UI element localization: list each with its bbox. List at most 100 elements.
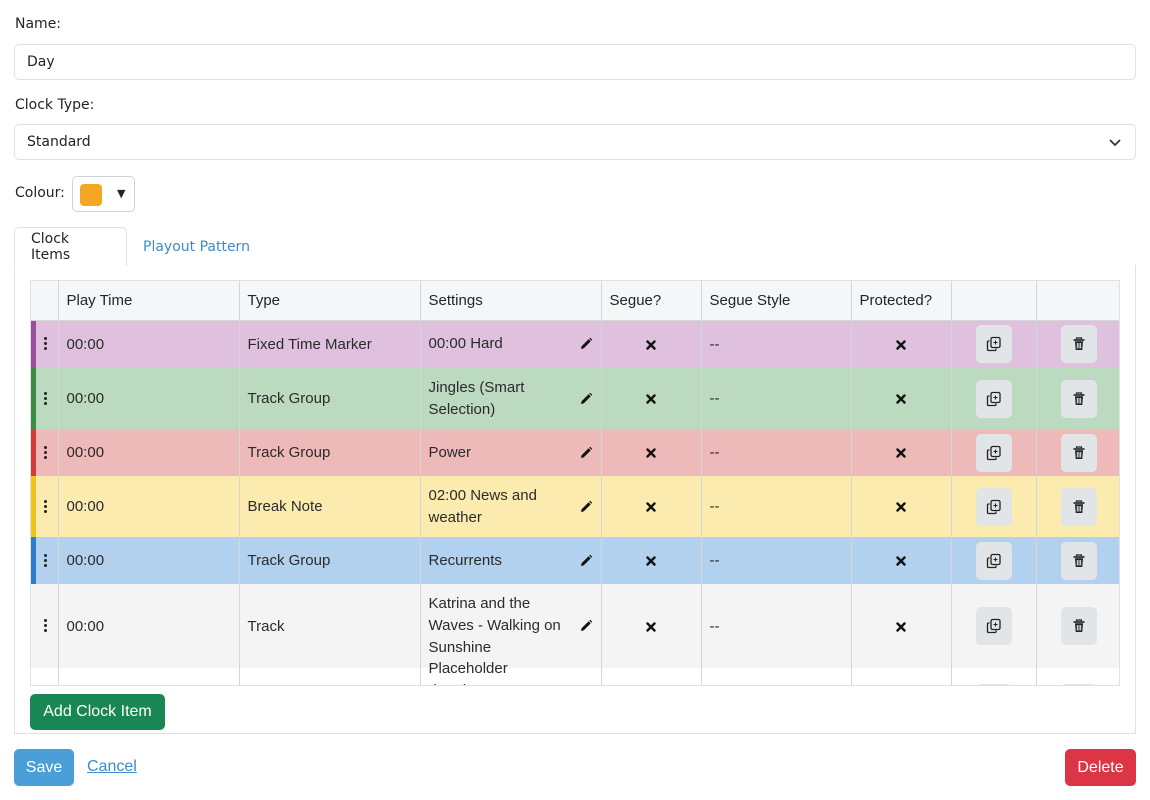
colour-picker[interactable]: ▼ [72, 176, 135, 212]
x-icon [646, 556, 656, 566]
cell-delete [1036, 476, 1119, 537]
edit-pencil-icon[interactable] [579, 446, 593, 460]
caret-down-icon: ▼ [117, 187, 126, 200]
cell-copy [951, 429, 1037, 476]
drag-handle-icon[interactable] [44, 391, 48, 406]
edit-pencil-icon[interactable] [579, 554, 593, 568]
cell-type: Fixed Time Marker [239, 320, 421, 368]
cell-play-time: 00:00 [58, 320, 240, 368]
table-row: 00:00 Track Group Recurrents -- [31, 537, 1119, 584]
cell-settings: Katrina and the Waves - Walking on Sunsh… [420, 584, 602, 668]
delete-row-button[interactable] [1060, 487, 1097, 526]
edit-pencil-icon[interactable] [579, 619, 593, 633]
cell-type: Track Group [239, 429, 421, 476]
copy-icon [986, 499, 1001, 514]
duplicate-button[interactable] [975, 684, 1012, 685]
cell-protected [851, 668, 952, 685]
cell-segue [601, 537, 702, 584]
duplicate-button[interactable] [975, 433, 1012, 472]
delete-row-button[interactable] [1060, 325, 1097, 364]
colour-label: Colour: [15, 185, 65, 201]
duplicate-button[interactable] [975, 607, 1012, 645]
row-grip[interactable] [31, 320, 59, 368]
edit-pencil-icon[interactable] [579, 337, 593, 351]
row-grip[interactable] [31, 537, 59, 584]
cell-delete [1036, 429, 1119, 476]
delete-button[interactable]: Delete [1065, 749, 1136, 786]
col-header-segue: Segue? [601, 281, 702, 321]
cell-play-time [58, 668, 240, 685]
chevron-down-icon [1109, 139, 1121, 147]
cell-copy [951, 668, 1037, 685]
table-row: 00:00 Break Note 02:00 News and weather -- [31, 476, 1119, 537]
drag-handle-icon[interactable] [44, 499, 48, 514]
add-clock-item-button[interactable]: Add Clock Item [30, 694, 165, 730]
delete-row-button[interactable] [1060, 433, 1097, 472]
row-grip[interactable] [31, 668, 59, 685]
cell-type: Track Group [239, 368, 421, 429]
col-header-protected: Protected? [851, 281, 952, 321]
name-input[interactable]: Day [14, 44, 1136, 80]
delete-row-button[interactable] [1060, 379, 1097, 418]
duplicate-button[interactable] [975, 541, 1012, 580]
save-button[interactable]: Save [14, 749, 74, 786]
row-grip[interactable] [31, 584, 59, 668]
x-icon [646, 340, 656, 350]
row-grip[interactable] [31, 368, 59, 429]
col-header-segue-style: Segue Style [701, 281, 852, 321]
drag-handle-icon[interactable] [44, 619, 48, 633]
cell-delete [1036, 584, 1119, 668]
cell-segue [601, 320, 702, 368]
x-icon [646, 621, 656, 632]
clock-items-table: Play Time Type Settings Segue? Segue Sty… [30, 280, 1120, 686]
trash-icon [1073, 391, 1084, 405]
cell-copy [951, 320, 1037, 368]
duplicate-button[interactable] [975, 379, 1012, 418]
cell-segue-style [701, 668, 852, 685]
colour-swatch [80, 184, 102, 206]
clock-type-select[interactable]: Standard [14, 124, 1136, 160]
drag-handle-icon[interactable] [44, 553, 48, 568]
cell-protected [851, 476, 952, 537]
cell-protected [851, 537, 952, 584]
cell-play-time: 00:00 [58, 537, 240, 584]
trash-icon [1073, 445, 1084, 459]
duplicate-button[interactable] [975, 487, 1012, 526]
cell-play-time: 00:00 [58, 429, 240, 476]
row-grip[interactable] [31, 429, 59, 476]
row-colour-stripe [31, 368, 36, 429]
row-colour-stripe [31, 476, 36, 537]
x-icon [896, 556, 906, 566]
cell-segue [601, 429, 702, 476]
cell-segue [601, 584, 702, 668]
drag-handle-icon[interactable] [44, 445, 48, 460]
col-header-copy [951, 281, 1037, 321]
cell-type [239, 668, 421, 685]
cell-segue [601, 476, 702, 537]
tab-clock-items[interactable]: Clock Items [14, 227, 127, 267]
x-icon [646, 448, 656, 458]
x-icon [896, 394, 906, 404]
col-header-type: Type [239, 281, 421, 321]
edit-pencil-icon[interactable] [579, 392, 593, 406]
col-header-settings: Settings [420, 281, 602, 321]
row-colour-stripe [31, 668, 36, 685]
delete-row-button[interactable] [1060, 541, 1097, 580]
edit-pencil-icon[interactable] [579, 500, 593, 514]
name-value: Day [27, 54, 55, 70]
cell-delete [1036, 368, 1119, 429]
cell-segue-style: -- [701, 368, 852, 429]
settings-text: Power [428, 443, 472, 461]
drag-handle-icon[interactable] [44, 337, 48, 351]
table-row: 00:00 Track Group Power -- [31, 429, 1119, 476]
cancel-link[interactable]: Cancel [87, 758, 137, 776]
tab-playout-pattern[interactable]: Playout Pattern [127, 227, 266, 267]
delete-row-button[interactable] [1060, 684, 1097, 685]
cell-copy [951, 368, 1037, 429]
row-grip[interactable] [31, 476, 59, 537]
duplicate-button[interactable] [975, 325, 1012, 364]
delete-row-button[interactable] [1060, 607, 1097, 645]
x-icon [646, 394, 656, 404]
cell-play-time: 00:00 [58, 584, 240, 668]
row-colour-stripe [31, 429, 36, 476]
